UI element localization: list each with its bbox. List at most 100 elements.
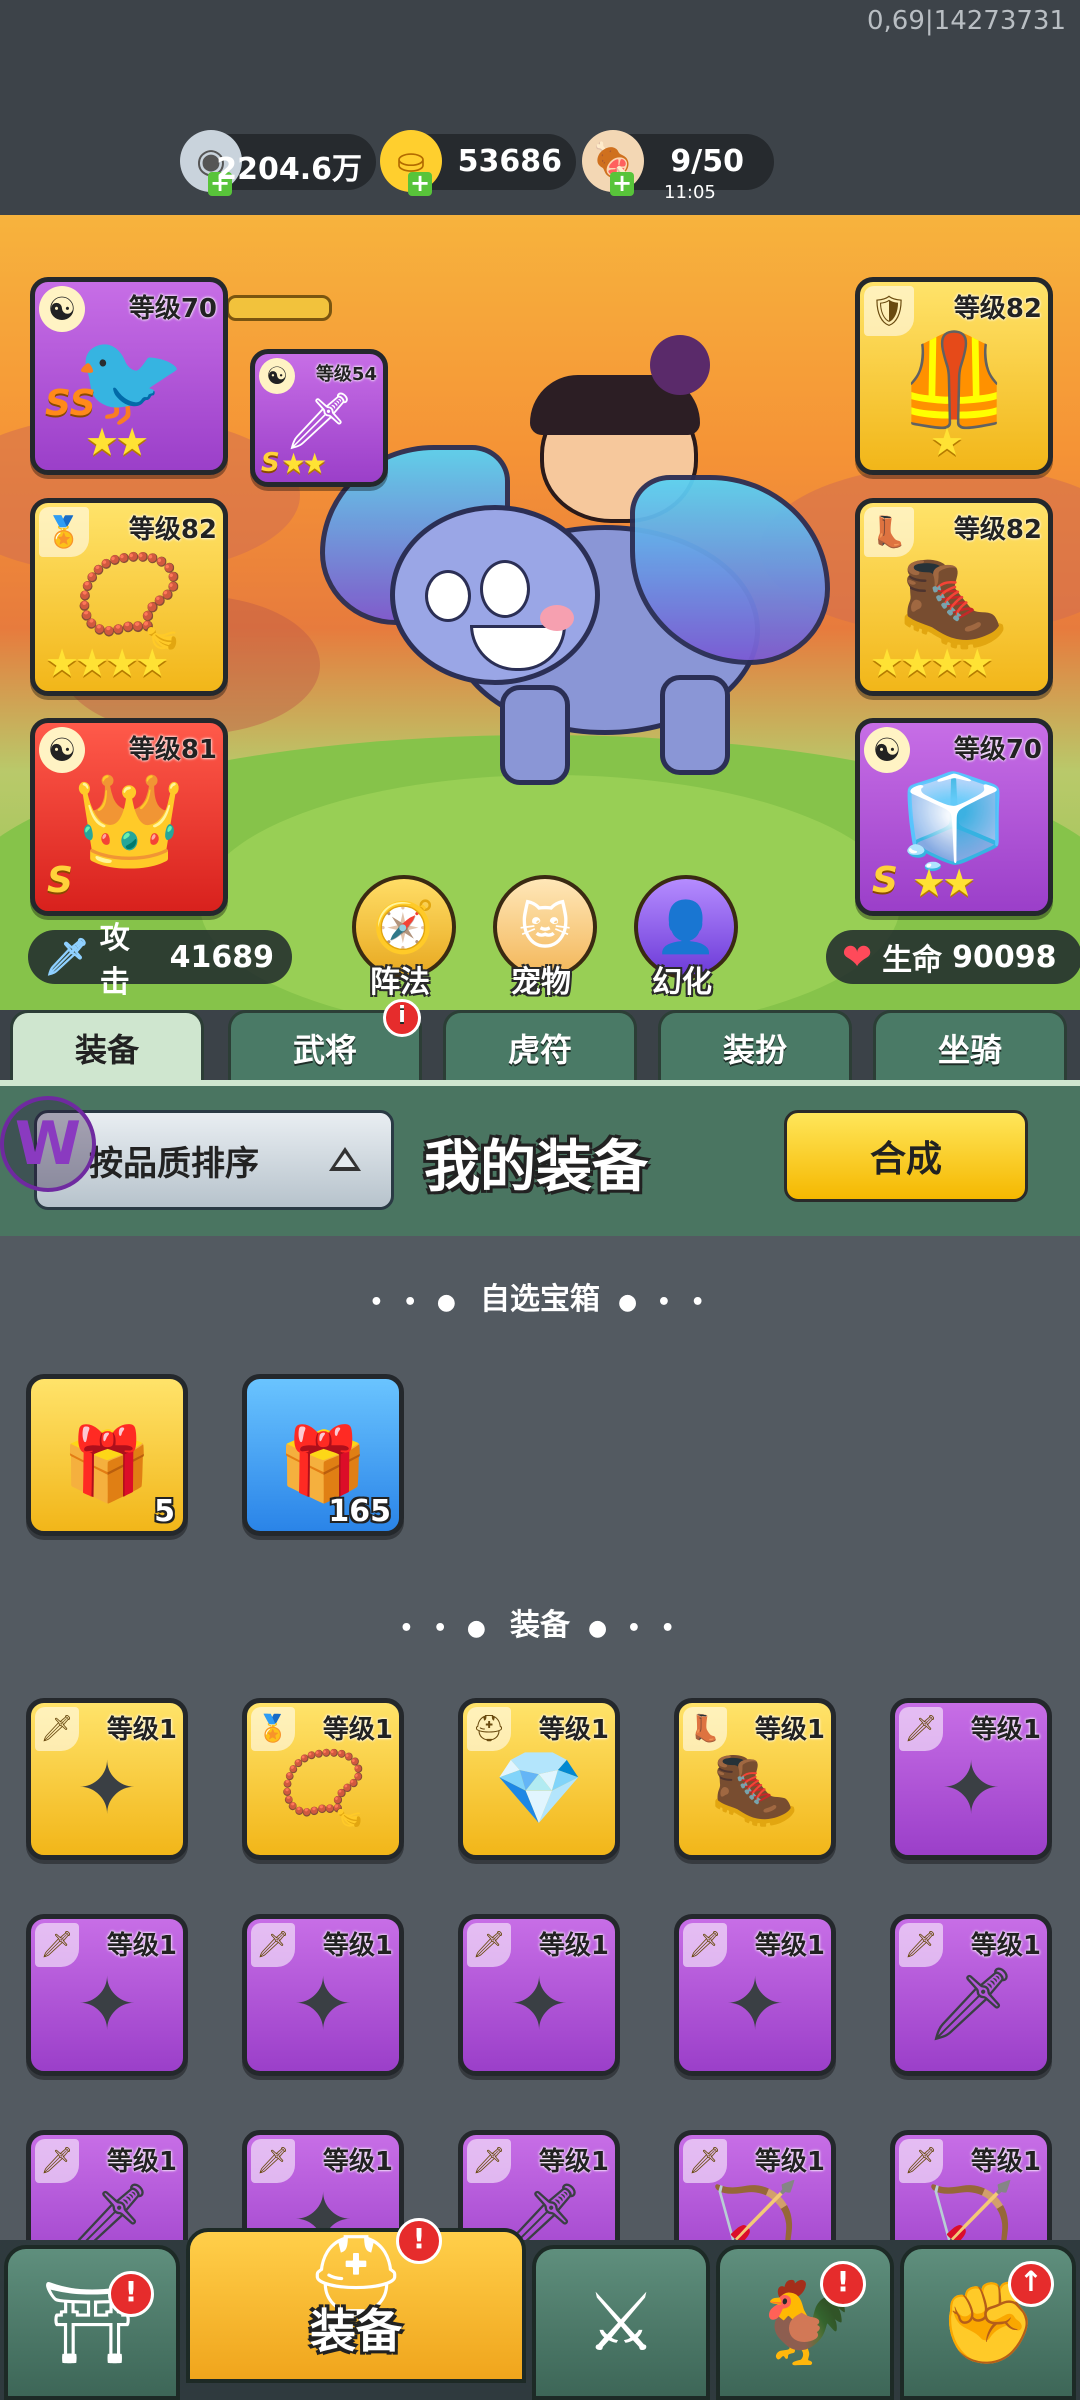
- sword-icon: 🗡: [44, 937, 90, 978]
- crown-helm-icon: 👑: [72, 768, 186, 874]
- equipment-item[interactable]: 🏅 等级1 📿: [242, 1698, 404, 1860]
- hero-slot-left-2[interactable]: 🏅 等级82 📿 ★★★★: [30, 498, 228, 696]
- tab-equipment[interactable]: 装备: [10, 1010, 204, 1082]
- rank-badge: SS: [45, 383, 96, 424]
- equipment-frame: 🗡 等级1 ✦: [26, 1698, 188, 1860]
- chest-frame: 🎁 5: [26, 1374, 188, 1536]
- gold-value: 53686: [457, 144, 562, 179]
- star-rating: ★★: [912, 861, 976, 905]
- chest-armor-icon: 🦺: [897, 327, 1011, 433]
- hero-slot-left-3[interactable]: ☯ 等级81 👑 S: [30, 718, 228, 916]
- equipment-item[interactable]: ⛑ 等级1 💎: [458, 1698, 620, 1860]
- stamina-timer: 11:05: [664, 182, 716, 203]
- nav-battle[interactable]: ⚔: [532, 2245, 710, 2400]
- slot-level: 等级54: [315, 364, 377, 385]
- attack-stat: 🗡 攻击 41689: [28, 921, 292, 1000]
- info-alert-icon: i: [383, 999, 421, 1037]
- star-rating: ★★★★: [45, 641, 169, 685]
- sword-badge-icon: 🗡: [251, 1923, 295, 1967]
- nav-shop[interactable]: ⛩ !: [4, 2245, 180, 2400]
- tab-tiger-tally[interactable]: 虎符: [443, 1010, 637, 1082]
- rank-badge: S: [872, 860, 898, 901]
- boots-icon: 🥾: [897, 548, 1011, 654]
- alert-icon: !: [108, 2271, 154, 2317]
- sword-badge-icon: 🗡: [683, 1923, 727, 1967]
- equipment-item[interactable]: 🗡 等级1 ✦: [890, 1698, 1052, 1860]
- sword-badge-icon: 🗡: [35, 1923, 79, 1967]
- stamina-resource[interactable]: 🍖 + 9/50 11:05: [582, 130, 774, 203]
- gold-resource[interactable]: ⛀ + 53686: [380, 130, 576, 196]
- craft-label: 合成: [869, 1139, 942, 1180]
- slot-level: 等级1: [538, 2147, 609, 2177]
- shuriken-icon: ✦: [508, 1962, 570, 2047]
- star-rating: ★: [930, 420, 964, 464]
- equipment-frame: 🗡 等级1 🗡: [890, 1914, 1052, 2076]
- sword-badge-icon: 🗡: [467, 1923, 511, 1967]
- crystal-helm-icon: 💎: [494, 1745, 584, 1830]
- category-tabs: 装备 武将 i 虎符 装扮 坐骑: [0, 999, 1080, 1082]
- hero-slot-right-2[interactable]: 👢 等级82 🥾 ★★★★: [855, 498, 1053, 696]
- hero-slot-left-1[interactable]: ☯ 等级70 🐦 SS ★★: [30, 277, 228, 475]
- slot-level: 等级1: [970, 1931, 1041, 1961]
- star-rating: ★★★★: [870, 641, 994, 685]
- slot-level: 等级1: [322, 1715, 393, 1745]
- equipment-item[interactable]: 🗡 等级1 ✦: [458, 1914, 620, 2076]
- stamina-value: 9/50: [670, 144, 744, 179]
- silver-resource[interactable]: ◉ + 2204.6万: [180, 130, 376, 196]
- slot-level: 等级1: [106, 1931, 177, 1961]
- sword-badge-icon: 🗡: [467, 2139, 511, 2183]
- amulet-icon: 📿: [72, 548, 186, 654]
- equipment-item[interactable]: 🗡 等级1 ✦: [26, 1698, 188, 1860]
- chest-divider: • • ● 自选宝箱 ● • •: [369, 1282, 711, 1317]
- sword-badge-icon: 🗡: [35, 1707, 79, 1751]
- item-count: 5: [154, 1494, 175, 1529]
- watermark-logo: W: [0, 1096, 96, 1192]
- yinyang-icon: ☯: [39, 727, 85, 773]
- star-rating: ★★: [281, 447, 327, 480]
- nav-equipment-label: 装备: [310, 2304, 402, 2358]
- equipment-item[interactable]: 🗡 等级1 ✦: [26, 1914, 188, 2076]
- craft-button[interactable]: 合成: [784, 1110, 1028, 1202]
- nav-equipment[interactable]: ⛑ 装备 !: [186, 2218, 526, 2383]
- nav-upgrade[interactable]: ✊ ↑: [900, 2245, 1076, 2400]
- hero-slot-right-3[interactable]: ☯ 等级70 🧊 S ★★: [855, 718, 1053, 916]
- add-gold-icon[interactable]: +: [408, 171, 432, 196]
- tab-generals[interactable]: 武将 i: [228, 999, 422, 1082]
- tab-mount[interactable]: 坐骑: [873, 1010, 1067, 1082]
- chest-item[interactable]: 🎁 165: [242, 1374, 404, 1536]
- shuriken-icon: ✦: [76, 1962, 138, 2047]
- formation-button[interactable]: 🧭 阵法: [352, 875, 456, 1001]
- slot-level: 等级70: [953, 735, 1042, 765]
- yinyang-icon: ☯: [39, 286, 85, 332]
- equipment-divider-label: 装备: [510, 1608, 570, 1643]
- slot-level: 等级1: [106, 2147, 177, 2177]
- sword-badge-icon: 🗡: [899, 1707, 943, 1751]
- hero-slot-right-1[interactable]: 🛡 等级82 🦺 ★: [855, 277, 1053, 475]
- equipment-item[interactable]: 🗡 等级1 🗡: [890, 1914, 1052, 2076]
- ice-armor-icon: 🧊: [897, 768, 1011, 874]
- slot-level: 等级1: [970, 2147, 1041, 2177]
- chest-frame: 🎁 165: [242, 1374, 404, 1536]
- nav-general[interactable]: 🐓 !: [716, 2245, 894, 2400]
- hero-sub-slot[interactable]: ☯ 等级54 🗡 S ★★: [250, 349, 388, 487]
- top-status-bar: 0,69|14273731 ◉ + 2204.6万 ⛀ + 53686 🍖 + …: [0, 0, 1080, 215]
- transform-button[interactable]: 👤 幻化: [634, 875, 738, 1001]
- slot-level: 等级1: [754, 1715, 825, 1745]
- add-stamina-icon[interactable]: +: [610, 171, 634, 196]
- pet-button[interactable]: 🐱 宠物: [493, 875, 597, 1001]
- hp-stat: ❤ 生命 90098: [826, 930, 1080, 984]
- equipment-item[interactable]: 🗡 等级1 ✦: [242, 1914, 404, 2076]
- equipment-header: 按品质排序 W 我的装备 合成: [0, 1080, 1080, 1236]
- sort-label: 按品质排序: [89, 1143, 259, 1184]
- hero-character[interactable]: [320, 335, 830, 785]
- shuriken-icon: ✦: [292, 1962, 354, 2047]
- equipment-item[interactable]: 👢 等级1 🥾: [674, 1698, 836, 1860]
- chest-item[interactable]: 🎁 5: [26, 1374, 188, 1536]
- shuriken-icon: ✦: [940, 1746, 1002, 1831]
- boot-badge-icon: 👢: [683, 1707, 727, 1751]
- slot-level: 等级82: [953, 515, 1042, 545]
- equipment-item[interactable]: 🗡 等级1 ✦: [674, 1914, 836, 2076]
- pet-label: 宠物: [511, 965, 571, 1000]
- tab-costume[interactable]: 装扮: [658, 1010, 852, 1082]
- slot-level: 等级1: [106, 1715, 177, 1745]
